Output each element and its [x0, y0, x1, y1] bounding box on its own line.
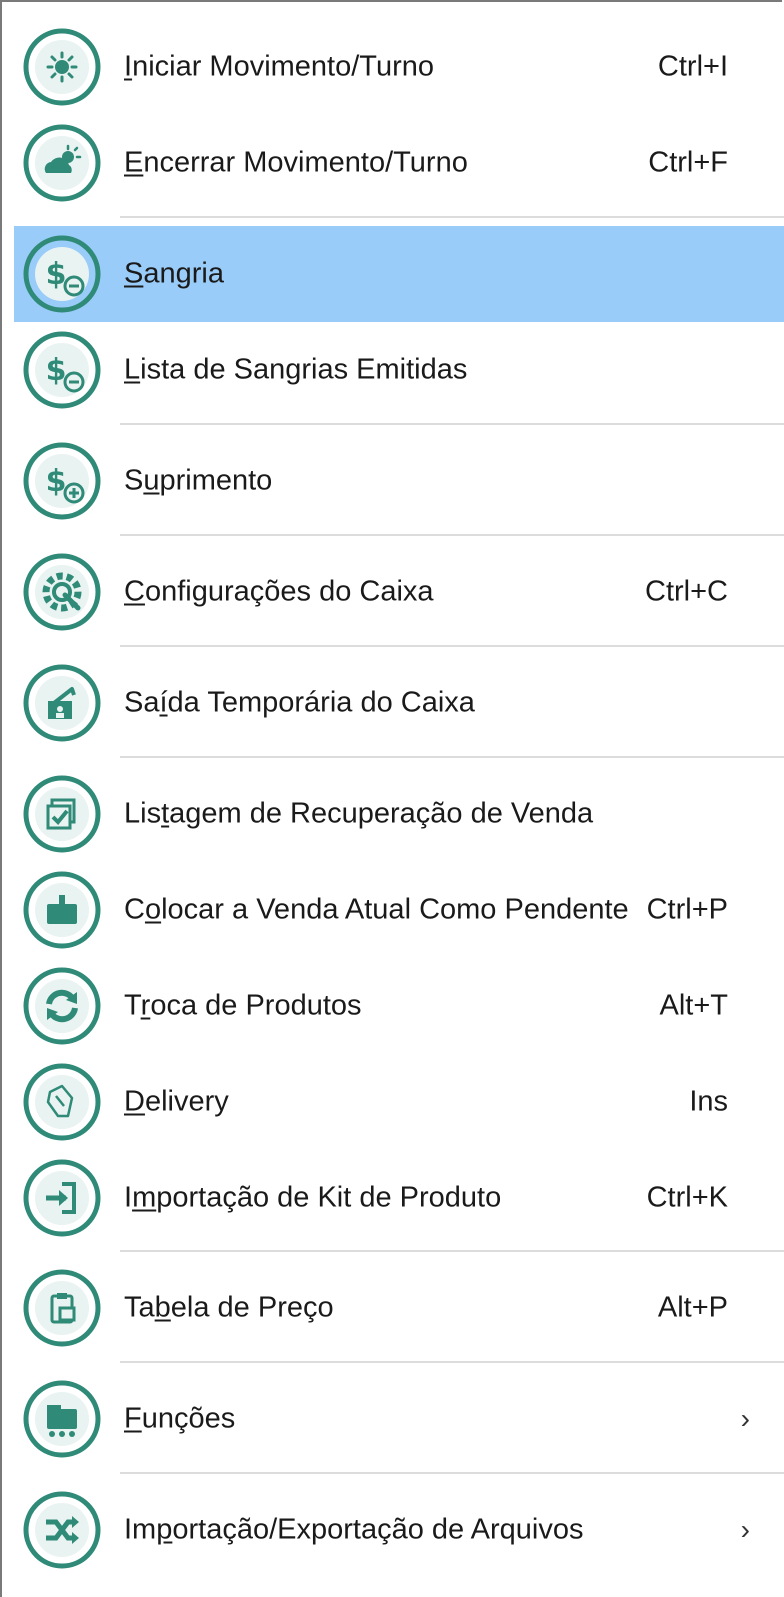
menu-item-importacao-kit[interactable]: Importação de Kit de Produto Ctrl+K	[14, 1150, 784, 1246]
menu-item-label: Lista de Sangrias Emitidas	[124, 353, 468, 386]
menu-item-label: Funções	[124, 1402, 236, 1435]
menu-item-label: Sangria	[124, 257, 224, 290]
svg-text:$: $	[46, 257, 67, 292]
menu-item-saida-temporaria[interactable]: Saída Temporária do Caixa	[14, 655, 784, 751]
exit-register-icon	[22, 663, 102, 743]
price-table-icon	[22, 1268, 102, 1348]
delivery-icon	[22, 1062, 102, 1142]
menu-item-lista-sangrias[interactable]: $ Lista de Sangrias Emitidas	[14, 322, 784, 418]
shortcut-text: Ctrl+I	[657, 50, 728, 83]
recover-sale-icon	[22, 774, 102, 854]
menu-item-configuracoes-caixa[interactable]: Configurações do Caixa Ctrl+C	[14, 544, 784, 640]
menu-item-label: Listagem de Recuperação de Venda	[124, 797, 594, 830]
menu-item-delivery[interactable]: Delivery Ins	[14, 1054, 784, 1150]
menu-separator	[120, 756, 784, 758]
money-plus-icon: $	[22, 441, 102, 521]
shortcut-text: Alt+P	[657, 1291, 728, 1324]
menu-item-label: Colocar a Venda Atual Como Pendente	[124, 893, 629, 926]
gear-wrench-icon	[22, 552, 102, 632]
menu-item-label: Tabela de Preço	[124, 1291, 334, 1324]
menu-separator	[120, 1250, 784, 1252]
cloud-sun-icon	[22, 123, 102, 203]
menu-item-label: Saída Temporária do Caixa	[124, 686, 475, 719]
shortcut-text: Alt+T	[659, 989, 729, 1022]
menu-separator	[120, 645, 784, 647]
menu-item-importacao-exportacao[interactable]: Importação/Exportação de Arquivos ›	[14, 1482, 784, 1578]
menu-item-label: Importação/Exportação de Arquivos	[124, 1513, 584, 1546]
menu-item-venda-pendente[interactable]: Colocar a Venda Atual Como Pendente Ctrl…	[14, 862, 784, 958]
import-icon	[22, 1158, 102, 1238]
menu-separator	[120, 1361, 784, 1363]
menu-item-listagem-recuperacao[interactable]: Listagem de Recuperação de Venda	[14, 766, 784, 862]
menu-item-tabela-preco[interactable]: Tabela de Preço Alt+P	[14, 1260, 784, 1356]
pending-sale-icon	[22, 870, 102, 950]
shortcut-text: Ctrl+P	[646, 893, 728, 926]
menu-separator	[120, 216, 784, 218]
shortcut-text: Ctrl+C	[645, 575, 728, 608]
sun-icon	[22, 27, 102, 107]
menu-item-label: Troca de Produtos	[124, 989, 362, 1022]
shortcut-text: Ctrl+K	[646, 1181, 728, 1214]
shuffle-icon	[22, 1490, 102, 1570]
submenu-arrow-icon: ›	[740, 1403, 750, 1434]
menu-item-label: Delivery	[124, 1085, 229, 1118]
functions-cart-icon	[22, 1379, 102, 1459]
money-minus-list-icon: $	[22, 330, 102, 410]
svg-text:$: $	[46, 464, 67, 499]
shortcut-text: Ins	[689, 1085, 728, 1118]
svg-text:$: $	[46, 353, 67, 388]
menu-item-funcoes[interactable]: Funções ›	[14, 1371, 784, 1467]
exchange-icon	[22, 966, 102, 1046]
shortcut-text: Ctrl+F	[648, 146, 728, 179]
menu-item-suprimento[interactable]: $ Suprimento	[14, 433, 784, 529]
menu-item-label: Encerrar Movimento/Turno	[124, 146, 468, 179]
menu-separator	[120, 423, 784, 425]
menu-item-iniciar-movimento[interactable]: Iniciar Movimento/Turno Ctrl+I	[14, 19, 784, 115]
menu-item-troca-produtos[interactable]: Troca de Produtos Alt+T	[14, 958, 784, 1054]
menu-item-encerrar-movimento[interactable]: Encerrar Movimento/Turno Ctrl+F	[14, 115, 784, 211]
money-minus-icon: $	[22, 234, 102, 314]
menu-item-label: Suprimento	[124, 464, 273, 497]
menu-item-sangria[interactable]: $ Sangria	[14, 226, 784, 322]
menu-separator	[120, 1472, 784, 1474]
submenu-arrow-icon: ›	[740, 1514, 750, 1545]
context-menu: Iniciar Movimento/Turno Ctrl+I Encerrar …	[0, 0, 784, 1597]
menu-item-label: Configurações do Caixa	[124, 575, 434, 608]
menu-item-label: Importação de Kit de Produto	[124, 1181, 502, 1214]
menu-item-label: Iniciar Movimento/Turno	[124, 50, 434, 83]
menu-separator	[120, 534, 784, 536]
